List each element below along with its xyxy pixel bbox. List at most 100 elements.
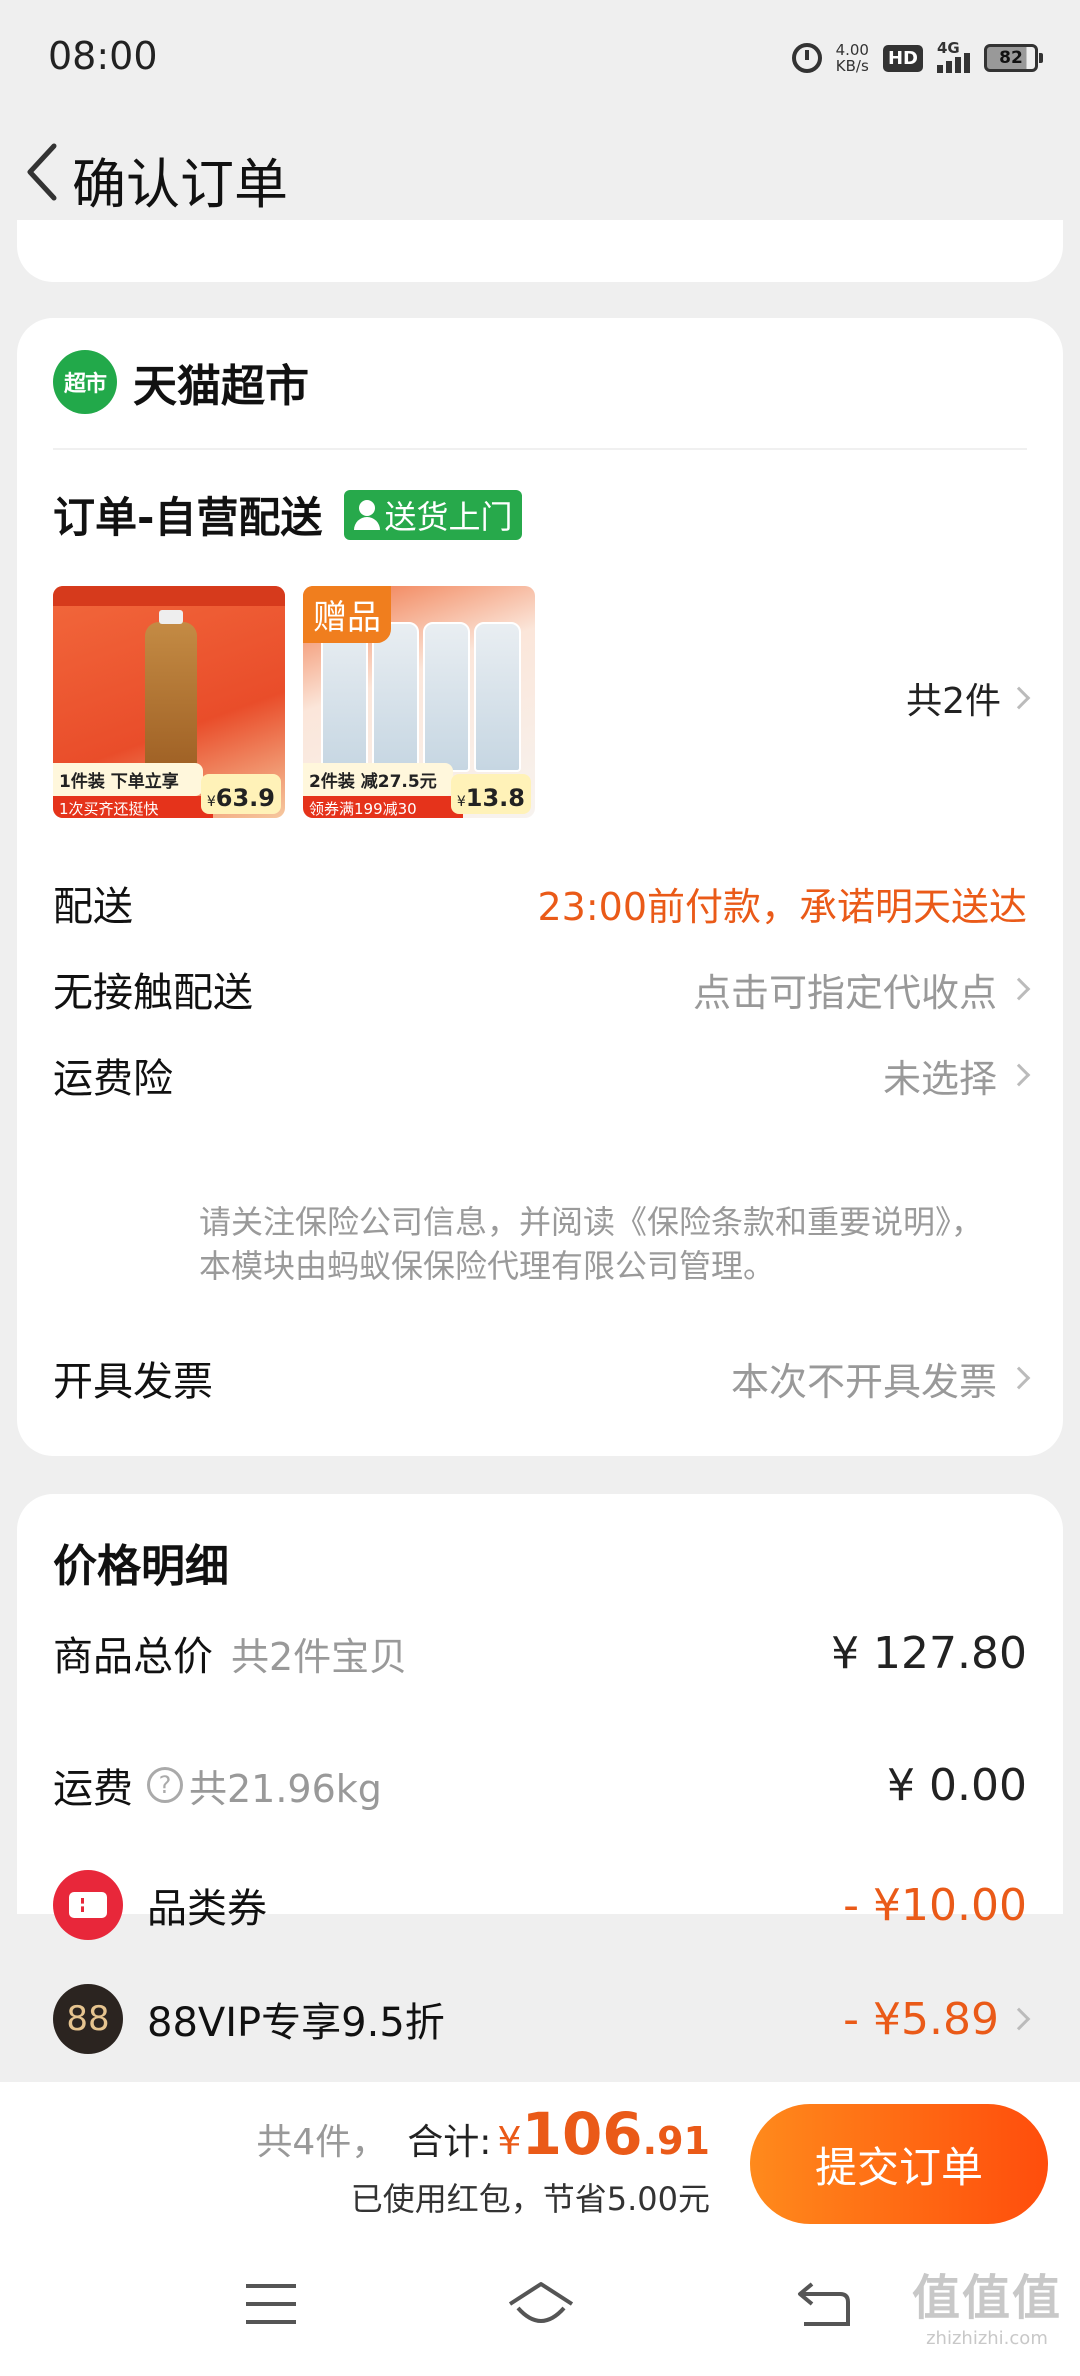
goods-total-sub: 共2件宝贝 bbox=[231, 1634, 408, 1679]
product-thumbnails[interactable]: 1件装 下单立享 1次买齐还挺快 ¥63.9 赠品 2件装 减27.5元 领券满… bbox=[53, 586, 535, 818]
shipping-fee-left: 运费 ? 共21.96kg bbox=[53, 1756, 382, 1814]
contactless-label: 无接触配送 bbox=[53, 970, 253, 1016]
invoice-label: 开具发票 bbox=[53, 1359, 213, 1405]
shipping-fee-label: 运费 bbox=[53, 1766, 133, 1812]
hd-icon: HD bbox=[882, 44, 923, 72]
vip-discount-value: - ¥5.89 bbox=[843, 1993, 999, 2045]
category-coupon-left: 品类券 bbox=[53, 1870, 267, 1940]
shipping-insurance-row[interactable]: 运费险 未选择 bbox=[53, 1046, 1031, 1104]
goods-total-value: ¥ 127.80 bbox=[831, 1627, 1027, 1679]
invoice-row[interactable]: 开具发票 本次不开具发票 bbox=[53, 1349, 1031, 1407]
category-coupon-value: - ¥10.00 bbox=[843, 1879, 1027, 1931]
goods-total-row: 商品总价 共2件宝贝 ¥ 127.80 bbox=[53, 1624, 1027, 1682]
back-arrow-icon[interactable] bbox=[20, 140, 64, 204]
shipping-insurance-value-wrap: 未选择 bbox=[882, 1048, 1031, 1103]
shop-logo: 超市 bbox=[53, 350, 117, 414]
delivery-promise: 23:00前付款，承诺明天送达 bbox=[537, 884, 1027, 929]
shipping-fee-row: 运费 ? 共21.96kg ¥ 0.00 bbox=[53, 1756, 1027, 1814]
delivery-type-row: 订单-自营配送 送货上门 bbox=[53, 484, 523, 545]
previous-card-stub bbox=[17, 220, 1063, 282]
page-title: 确认订单 bbox=[72, 153, 288, 216]
submit-order-button[interactable]: 提交订单 bbox=[750, 2104, 1048, 2224]
thumbnail-banner bbox=[53, 586, 285, 606]
category-coupon-row[interactable]: 品类券 - ¥10.00 bbox=[53, 1870, 1027, 1940]
total-item-count: 共4件， bbox=[256, 2122, 388, 2163]
checkout-bar: 共4件， 合计: ¥ 106 .91 已使用红包，节省5.00元 提交订单 bbox=[0, 2082, 1080, 2228]
product-price-value: 63.9 bbox=[215, 784, 275, 812]
total-currency: ¥ bbox=[497, 2119, 522, 2163]
tea-bottle-image bbox=[145, 610, 197, 782]
vip-discount-left: 88 88VIP专享9.5折 bbox=[53, 1984, 445, 2054]
total-amount-decimal: .91 bbox=[642, 2119, 710, 2163]
chevron-right-icon bbox=[1007, 1366, 1031, 1390]
invoice-value: 本次不开具发票 bbox=[730, 1359, 997, 1404]
home-icon[interactable] bbox=[506, 2278, 576, 2334]
network-type: 4G bbox=[937, 39, 960, 57]
delivery-label: 配送 bbox=[53, 884, 133, 930]
menu-icon[interactable] bbox=[246, 2284, 296, 2324]
shipping-fee-value: ¥ 0.00 bbox=[887, 1759, 1027, 1811]
goods-total-left: 商品总价 共2件宝贝 bbox=[53, 1624, 407, 1682]
chevron-right-icon bbox=[1007, 2007, 1031, 2031]
total-line: 共4件， 合计: ¥ 106 .91 bbox=[256, 2100, 710, 2168]
vip-88-icon: 88 bbox=[53, 1984, 123, 2054]
net-speed: 4.00 KB/s bbox=[836, 42, 869, 74]
product-price: ¥13.8 bbox=[450, 774, 531, 814]
vip-discount-value-wrap: - ¥5.89 bbox=[843, 1993, 1031, 2045]
vip-discount-label: 88VIP专享9.5折 bbox=[147, 2000, 445, 2046]
savings-note: 已使用红包，节省5.00元 bbox=[350, 2180, 710, 2218]
shipping-insurance-label: 运费险 bbox=[53, 1056, 173, 1102]
product-thumbnail[interactable]: 1件装 下单立享 1次买齐还挺快 ¥63.9 bbox=[53, 586, 285, 818]
vip-discount-row[interactable]: 88 88VIP专享9.5折 - ¥5.89 bbox=[53, 1984, 1031, 2054]
divider bbox=[53, 448, 1027, 450]
order-card: 超市 天猫超市 订单-自营配送 送货上门 1件装 下单立享 1次买齐还挺快 ¥6… bbox=[17, 318, 1063, 1456]
help-icon[interactable]: ? bbox=[147, 1767, 183, 1803]
watermark-logo: 值值值 bbox=[911, 2270, 1062, 2326]
system-nav-bar: 值值值 zhizhizhi.com bbox=[0, 2228, 1080, 2376]
alarm-icon bbox=[791, 43, 822, 73]
product-promo: 2件装 减27.5元 bbox=[303, 763, 453, 796]
status-bar: 08:00 4.00 KB/s HD 4G 82 bbox=[0, 0, 1080, 110]
chevron-right-icon bbox=[1007, 1063, 1031, 1087]
delivery-time-row: 配送 23:00前付款，承诺明天送达 bbox=[53, 874, 1027, 932]
product-price-value: 13.8 bbox=[465, 784, 525, 812]
contactless-value-wrap: 点击可指定代收点 bbox=[692, 962, 1031, 1017]
price-detail-title: 价格明细 bbox=[53, 1541, 229, 1592]
status-icons: 4.00 KB/s HD 4G 82 bbox=[791, 38, 1043, 78]
net-speed-unit: KB/s bbox=[835, 57, 869, 75]
product-coupon: 领券满199减30 bbox=[303, 796, 463, 818]
shop-row[interactable]: 超市 天猫超市 bbox=[53, 350, 309, 414]
invoice-value-wrap: 本次不开具发票 bbox=[730, 1351, 1031, 1406]
product-thumbnail[interactable]: 赠品 2件装 减27.5元 领券满199减30 ¥13.8 bbox=[303, 586, 535, 818]
contactless-value: 点击可指定代收点 bbox=[692, 970, 997, 1015]
watermark-url: zhizhizhi.com bbox=[926, 2328, 1048, 2349]
header: 确认订单 bbox=[0, 110, 1080, 230]
net-speed-value: 4.00 bbox=[835, 41, 869, 59]
shipping-insurance-value: 未选择 bbox=[882, 1056, 997, 1101]
gift-badge: 赠品 bbox=[303, 586, 391, 643]
delivery-tag: 送货上门 bbox=[344, 489, 523, 540]
shop-name: 天猫超市 bbox=[133, 361, 309, 412]
total-amount-integer: 106 bbox=[521, 2100, 643, 2168]
order-total: 共4件， 合计: ¥ 106 .91 已使用红包，节省5.00元 bbox=[256, 2100, 710, 2220]
product-price: ¥63.9 bbox=[200, 774, 281, 814]
item-count-link[interactable]: 共2件 bbox=[906, 672, 1031, 724]
water-bottles-image bbox=[321, 622, 521, 772]
product-price-currency: ¥ bbox=[456, 794, 466, 810]
battery-icon: 82 bbox=[984, 44, 1043, 72]
delivery-tag-label: 送货上门 bbox=[384, 497, 513, 536]
insurance-note[interactable]: 请关注保险公司信息，并阅读《保险条款和重要说明》，本模块由蚂蚁保保险代理有限公司… bbox=[199, 1200, 983, 1288]
product-price-currency: ¥ bbox=[206, 794, 216, 810]
chevron-right-icon bbox=[1007, 977, 1031, 1001]
coupon-icon bbox=[53, 1870, 123, 1940]
status-time: 08:00 bbox=[48, 34, 158, 78]
watermark: 值值值 zhizhizhi.com bbox=[912, 2258, 1062, 2349]
chevron-right-icon bbox=[1007, 686, 1031, 710]
shipping-weight: 共21.96kg bbox=[189, 1766, 382, 1811]
item-count: 共2件 bbox=[906, 681, 1001, 722]
product-promo: 1件装 下单立享 bbox=[53, 763, 203, 796]
back-icon[interactable] bbox=[796, 2280, 852, 2330]
goods-total-label: 商品总价 bbox=[53, 1634, 213, 1680]
category-coupon-label: 品类券 bbox=[147, 1886, 267, 1932]
contactless-delivery-row[interactable]: 无接触配送 点击可指定代收点 bbox=[53, 960, 1031, 1018]
